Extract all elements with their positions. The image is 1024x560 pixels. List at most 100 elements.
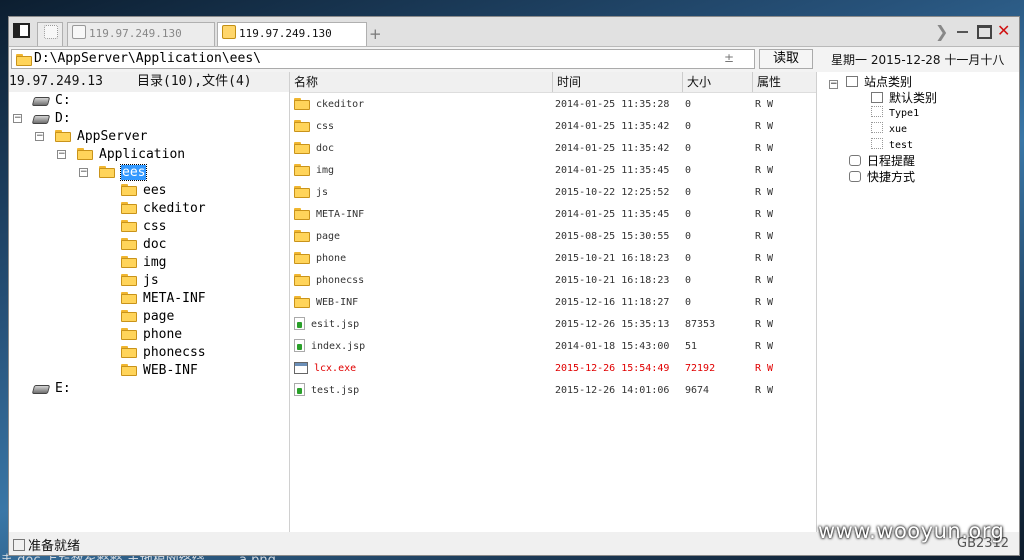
tree-node-appserver[interactable]: − AppServer: [35, 128, 147, 146]
tree-type1[interactable]: Type1: [871, 106, 919, 122]
host-address: 19.97.249.13: [9, 74, 103, 89]
path-dropdown[interactable]: ±: [724, 51, 734, 65]
tab-scroll-right-icon[interactable]: ❯: [935, 22, 948, 41]
file-attr: R W: [755, 319, 774, 330]
file-name-text: img: [316, 165, 335, 176]
file-row[interactable]: esit.jsp 2015-12-26 15:35:13 87353 R W: [290, 315, 816, 335]
tree-node-child[interactable]: WEB-INF: [121, 362, 198, 380]
file-name-text: ckeditor: [316, 99, 365, 110]
tab-host-active[interactable]: 119.97.249.130: [217, 22, 367, 46]
tab-host-inactive[interactable]: 119.97.249.130: [67, 22, 215, 46]
file-list: ckeditor 2014-01-25 11:35:28 0 R W css 2014-0…: [290, 93, 816, 543]
file-size: 0: [685, 143, 692, 154]
file-name: phone: [294, 249, 346, 269]
file-name: WEB-INF: [294, 293, 358, 313]
site-panel: − 站点类别 默认类别 Type1 xue test 日程提醒 快捷方式: [817, 72, 1019, 542]
folder-icon: [294, 208, 310, 220]
tree-site-category[interactable]: − 站点类别: [829, 74, 912, 90]
empty-category-icon: [871, 122, 883, 133]
jsp-file-icon: [294, 339, 305, 352]
tree-node-child[interactable]: page: [121, 308, 174, 326]
file-name: ckeditor: [294, 95, 364, 115]
file-row[interactable]: index.jsp 2014-01-18 15:43:00 51 R W: [290, 337, 816, 357]
file-row[interactable]: img 2014-01-25 11:35:45 0 R W: [290, 161, 816, 181]
collapse-icon[interactable]: −: [79, 168, 88, 177]
tree-node-child[interactable]: phone: [121, 326, 182, 344]
file-size: 0: [685, 297, 692, 308]
read-button[interactable]: 读取: [759, 49, 813, 69]
file-attr: R W: [755, 231, 774, 242]
tree-node-child[interactable]: css: [121, 218, 166, 236]
tree-default-category[interactable]: 默认类别: [871, 90, 937, 106]
collapse-icon[interactable]: −: [13, 114, 22, 123]
file-row[interactable]: lcx.exe 2015-12-26 15:54:49 72192 R W: [290, 359, 816, 379]
tree-shortcuts[interactable]: 快捷方式: [849, 169, 915, 185]
close-icon[interactable]: ✕: [997, 21, 1010, 40]
tree-node-application[interactable]: − Application: [57, 146, 185, 164]
file-size: 9674: [685, 385, 710, 396]
tab-blank[interactable]: [37, 22, 63, 46]
file-row[interactable]: js 2015-10-22 12:25:52 0 R W: [290, 183, 816, 203]
minimize-icon[interactable]: [957, 31, 968, 33]
file-name: img: [294, 161, 334, 181]
executable-icon: [294, 362, 308, 374]
column-size[interactable]: 大小: [682, 72, 753, 92]
collapse-icon[interactable]: −: [829, 80, 838, 89]
tree-xue[interactable]: xue: [871, 122, 907, 138]
file-attr: R W: [755, 253, 774, 264]
maximize-icon[interactable]: [977, 25, 992, 39]
file-row[interactable]: doc 2014-01-25 11:35:42 0 R W: [290, 139, 816, 159]
tree-node-e[interactable]: E:: [31, 380, 71, 398]
tree-node-child[interactable]: js: [121, 272, 159, 290]
file-size: 0: [685, 187, 692, 198]
file-time: 2015-12-26 14:01:06: [555, 385, 670, 396]
column-name[interactable]: 名称: [290, 72, 552, 92]
tree-node-d[interactable]: − D:: [13, 110, 71, 128]
file-name-text: META-INF: [316, 209, 365, 220]
file-row[interactable]: phone 2015-10-21 16:18:23 0 R W: [290, 249, 816, 269]
tree-node-ees-selected[interactable]: − ees: [79, 164, 148, 182]
tree-node-child[interactable]: ckeditor: [121, 200, 206, 218]
file-time: 2015-10-21 16:18:23: [555, 275, 670, 286]
file-attr: R W: [755, 143, 774, 154]
file-name: esit.jsp: [294, 315, 359, 335]
panel-toggle-icon[interactable]: [13, 23, 30, 38]
tree-node-child[interactable]: ees: [121, 182, 166, 200]
file-size: 0: [685, 99, 692, 110]
schedule-icon: [849, 155, 861, 166]
address-bar[interactable]: D:\AppServer\Application\ees\ ±: [11, 49, 755, 69]
column-attr[interactable]: 属性: [752, 72, 817, 92]
empty-category-icon: [871, 106, 883, 117]
file-row[interactable]: WEB-INF 2015-12-16 11:18:27 0 R W: [290, 293, 816, 313]
page-icon: [72, 25, 86, 39]
folder-icon: [294, 186, 310, 198]
file-name-text: lcx.exe: [314, 363, 357, 374]
folder-icon: [294, 296, 310, 308]
file-row[interactable]: META-INF 2014-01-25 11:35:45 0 R W: [290, 205, 816, 225]
folder-icon: [121, 238, 137, 250]
tree-test[interactable]: test: [871, 138, 913, 154]
file-name-text: test.jsp: [311, 385, 360, 396]
tree-node-child[interactable]: phonecss: [121, 344, 206, 362]
tree-node-child[interactable]: doc: [121, 236, 166, 254]
file-row[interactable]: ckeditor 2014-01-25 11:35:28 0 R W: [290, 95, 816, 115]
file-row[interactable]: page 2015-08-25 15:30:55 0 R W: [290, 227, 816, 247]
tree-schedule[interactable]: 日程提醒: [849, 153, 915, 169]
folder-icon: [121, 256, 137, 268]
tree-node-child[interactable]: img: [121, 254, 166, 272]
file-row[interactable]: phonecss 2015-10-21 16:18:23 0 R W: [290, 271, 816, 291]
path-field[interactable]: D:\AppServer\Application\ees\: [34, 50, 261, 68]
file-name: META-INF: [294, 205, 364, 225]
file-manager-window: 119.97.249.130 119.97.249.130 + ❯ ✕ D:\A…: [8, 16, 1020, 556]
tree-node-child[interactable]: META-INF: [121, 290, 206, 308]
file-name: test.jsp: [294, 381, 359, 401]
file-row[interactable]: css 2014-01-25 11:35:42 0 R W: [290, 117, 816, 137]
file-attr: R W: [755, 363, 774, 374]
collapse-icon[interactable]: −: [57, 150, 66, 159]
column-time[interactable]: 时间: [552, 72, 683, 92]
file-name: js: [294, 183, 328, 203]
collapse-icon[interactable]: −: [35, 132, 44, 141]
file-row[interactable]: test.jsp 2015-12-26 14:01:06 9674 R W: [290, 381, 816, 401]
new-tab-plus-icon[interactable]: +: [369, 25, 382, 43]
tree-node-c[interactable]: C:: [31, 92, 71, 110]
